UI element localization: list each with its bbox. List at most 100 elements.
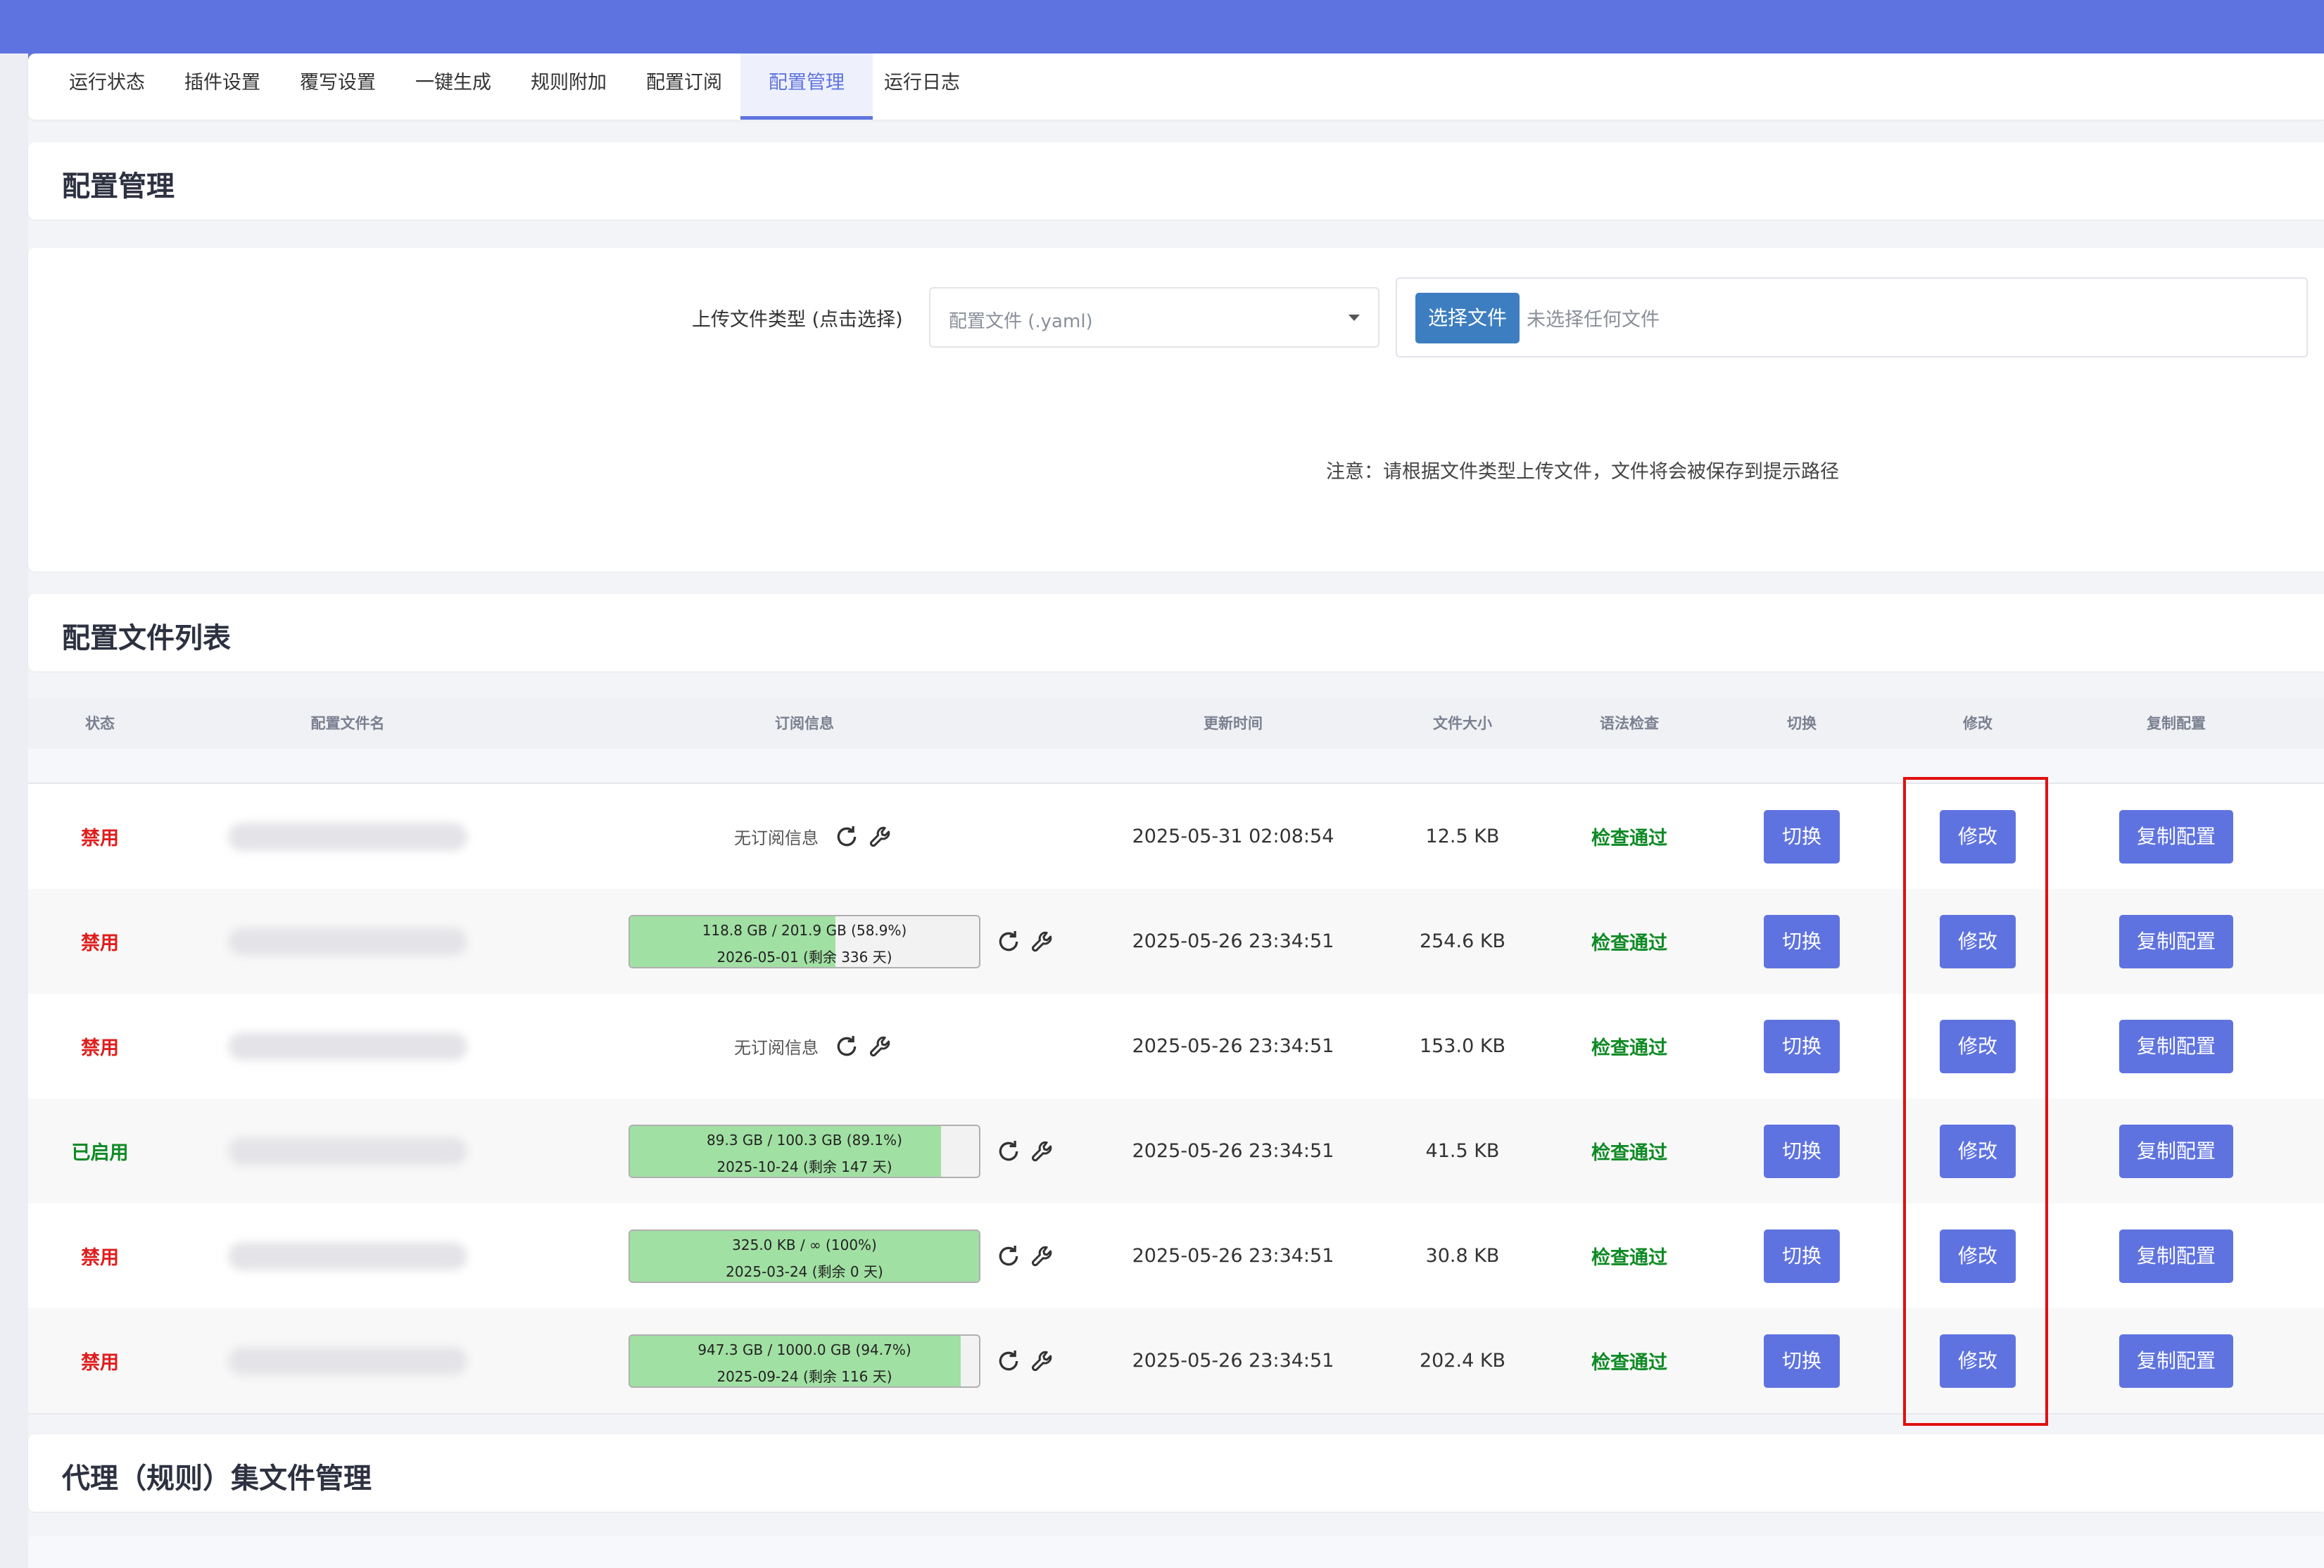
column-header: 订阅信息 (775, 715, 834, 732)
syntax-check: 检查通过 (1591, 1037, 1667, 1059)
subscription-progress: 89.3 GB / 100.3 GB (89.1%) 2025-10-24 (剩余… (629, 1124, 980, 1178)
update-time: 2025-05-26 23:34:51 (1132, 1140, 1334, 1162)
config-list-header: 配置文件列表 (28, 594, 2324, 671)
syntax-check: 检查通过 (1591, 1247, 1667, 1269)
page-title: 配置管理 (62, 170, 175, 203)
column-header: 状态 (85, 715, 115, 732)
subscription-progress: 325.0 KB / ∞ (100%) 2025-03-24 (剩余 0 天) (629, 1229, 980, 1283)
switch-button[interactable]: 切换 (1764, 809, 1840, 864)
refresh-icon[interactable] (994, 1347, 1023, 1375)
subscription-progress: 947.3 GB / 1000.0 GB (94.7%) 2025-09-24 (… (629, 1334, 980, 1388)
usage-text: 947.3 GB / 1000.0 GB (94.7%) (697, 1341, 911, 1358)
switch-button[interactable]: 切换 (1764, 1019, 1840, 1073)
expiry-text: 2025-09-24 (剩余 116 天) (716, 1367, 892, 1385)
status-text: 已启用 (71, 1142, 129, 1164)
tab-1[interactable]: 运行状态 (41, 53, 173, 120)
config-filename-blurred (228, 927, 467, 956)
wrench-icon[interactable] (1030, 928, 1058, 956)
choose-file-button[interactable]: 选择文件 (1415, 293, 1520, 343)
config-filename-blurred (228, 1137, 467, 1165)
refresh-icon[interactable] (994, 1242, 1023, 1270)
update-time: 2025-05-26 23:34:51 (1132, 1035, 1334, 1057)
file-size: 153.0 KB (1419, 1035, 1506, 1057)
copy-config-button[interactable]: 复制配置 (2119, 1334, 2233, 1388)
config-filename-blurred (228, 822, 467, 851)
switch-button[interactable]: 切换 (1764, 1124, 1840, 1178)
refresh-icon[interactable] (994, 928, 1023, 956)
status-text: 禁用 (81, 1247, 119, 1269)
table-header: 状态 配置文件名 订阅信息 更新时间 文件大小 语法检查 切换 修改 复制配置 (28, 698, 2324, 749)
wrench-icon[interactable] (868, 1032, 896, 1061)
syntax-check: 检查通过 (1591, 1352, 1667, 1374)
syntax-check: 检查通过 (1591, 1142, 1667, 1164)
config-filename-blurred (228, 1346, 467, 1375)
switch-button[interactable]: 切换 (1764, 1334, 1840, 1388)
subscription-progress: 118.8 GB / 201.9 GB (58.9%) 2026-05-01 (剩… (629, 914, 980, 968)
expiry-text: 2025-10-24 (剩余 147 天) (716, 1158, 892, 1175)
tab-3[interactable]: 覆写设置 (272, 53, 404, 120)
syntax-check: 检查通过 (1591, 932, 1667, 954)
update-time: 2025-05-26 23:34:51 (1132, 930, 1334, 952)
wrench-icon[interactable] (868, 823, 896, 851)
proxy-section-title: 代理（规则）集文件管理 (62, 1462, 372, 1495)
tab-7[interactable]: 配置管理 (740, 53, 873, 120)
expiry-text: 2025-03-24 (剩余 0 天) (726, 1263, 883, 1280)
proxy-section-header: 代理（规则）集文件管理 (28, 1434, 2324, 1512)
status-text: 禁用 (81, 1352, 119, 1374)
wrench-icon[interactable] (1030, 1137, 1058, 1165)
config-list-title: 配置文件列表 (62, 622, 231, 655)
file-size: 12.5 KB (1425, 826, 1500, 847)
switch-button[interactable]: 切换 (1764, 1229, 1840, 1283)
config-filename-blurred (228, 1241, 467, 1270)
upload-type-select[interactable]: 配置文件 (.yaml) (929, 287, 1379, 348)
column-header: 文件大小 (1433, 715, 1492, 732)
file-input[interactable]: 选择文件 未选择任何文件 (1396, 277, 2308, 358)
file-size: 202.4 KB (1419, 1350, 1506, 1372)
left-edge-panel (0, 53, 28, 1568)
copy-config-button[interactable]: 复制配置 (2119, 914, 2233, 968)
column-header: 更新时间 (1204, 715, 1263, 732)
update-time: 2025-05-26 23:34:51 (1132, 1245, 1334, 1267)
no-file-text: 未选择任何文件 (1527, 309, 1660, 331)
expiry-text: 2026-05-01 (剩余 336 天) (716, 948, 892, 966)
tab-5[interactable]: 规则附加 (503, 53, 635, 120)
syntax-check: 检查通过 (1591, 828, 1667, 849)
tab-6[interactable]: 配置订阅 (618, 53, 750, 120)
tab-bar: 运行状态 插件设置 覆写设置 一键生成 规则附加 配置订阅 配置管理 运行日志 (28, 53, 2324, 120)
caret-down-icon (1349, 315, 1360, 321)
update-time: 2025-05-26 23:34:51 (1132, 1350, 1334, 1372)
upload-note: 注意：请根据文件类型上传文件，文件将会被保存到提示路径 (1326, 461, 1839, 483)
file-size: 254.6 KB (1419, 930, 1506, 952)
copy-config-button[interactable]: 复制配置 (2119, 1019, 2233, 1073)
switch-button[interactable]: 切换 (1764, 914, 1840, 968)
wrench-icon[interactable] (1030, 1242, 1058, 1270)
tab-2[interactable]: 插件设置 (156, 53, 289, 120)
tab-8[interactable]: 运行日志 (856, 53, 988, 120)
usage-text: 89.3 GB / 100.3 GB (89.1%) (707, 1131, 902, 1149)
no-subscription-text: 无订阅信息 (734, 1038, 819, 1058)
column-header: 配置文件名 (310, 715, 385, 732)
refresh-icon[interactable] (833, 823, 861, 851)
copy-config-button[interactable]: 复制配置 (2119, 1124, 2233, 1178)
config-management-header: 配置管理 (28, 142, 2324, 220)
status-text: 禁用 (81, 828, 119, 849)
usage-text: 118.8 GB / 201.9 GB (58.9%) (702, 921, 907, 939)
usage-text: 325.0 KB / ∞ (100%) (732, 1236, 877, 1253)
tab-4[interactable]: 一键生成 (387, 53, 519, 120)
column-header: 切换 (1787, 715, 1817, 732)
upload-type-label: 上传文件类型 (点击选择) (692, 309, 903, 331)
column-header: 复制配置 (2147, 715, 2206, 732)
no-subscription-text: 无订阅信息 (734, 828, 819, 848)
copy-config-button[interactable]: 复制配置 (2119, 1229, 2233, 1283)
file-size: 30.8 KB (1425, 1245, 1500, 1267)
proxy-section-body (28, 1536, 2324, 1568)
config-filename-blurred (228, 1032, 467, 1061)
edit-column-highlight (1903, 777, 2048, 1426)
column-header: 修改 (1963, 715, 1993, 732)
file-size: 41.5 KB (1425, 1140, 1500, 1162)
refresh-icon[interactable] (833, 1032, 861, 1061)
wrench-icon[interactable] (1030, 1347, 1058, 1375)
refresh-icon[interactable] (994, 1137, 1023, 1165)
copy-config-button[interactable]: 复制配置 (2119, 809, 2233, 864)
status-text: 禁用 (81, 1037, 119, 1059)
